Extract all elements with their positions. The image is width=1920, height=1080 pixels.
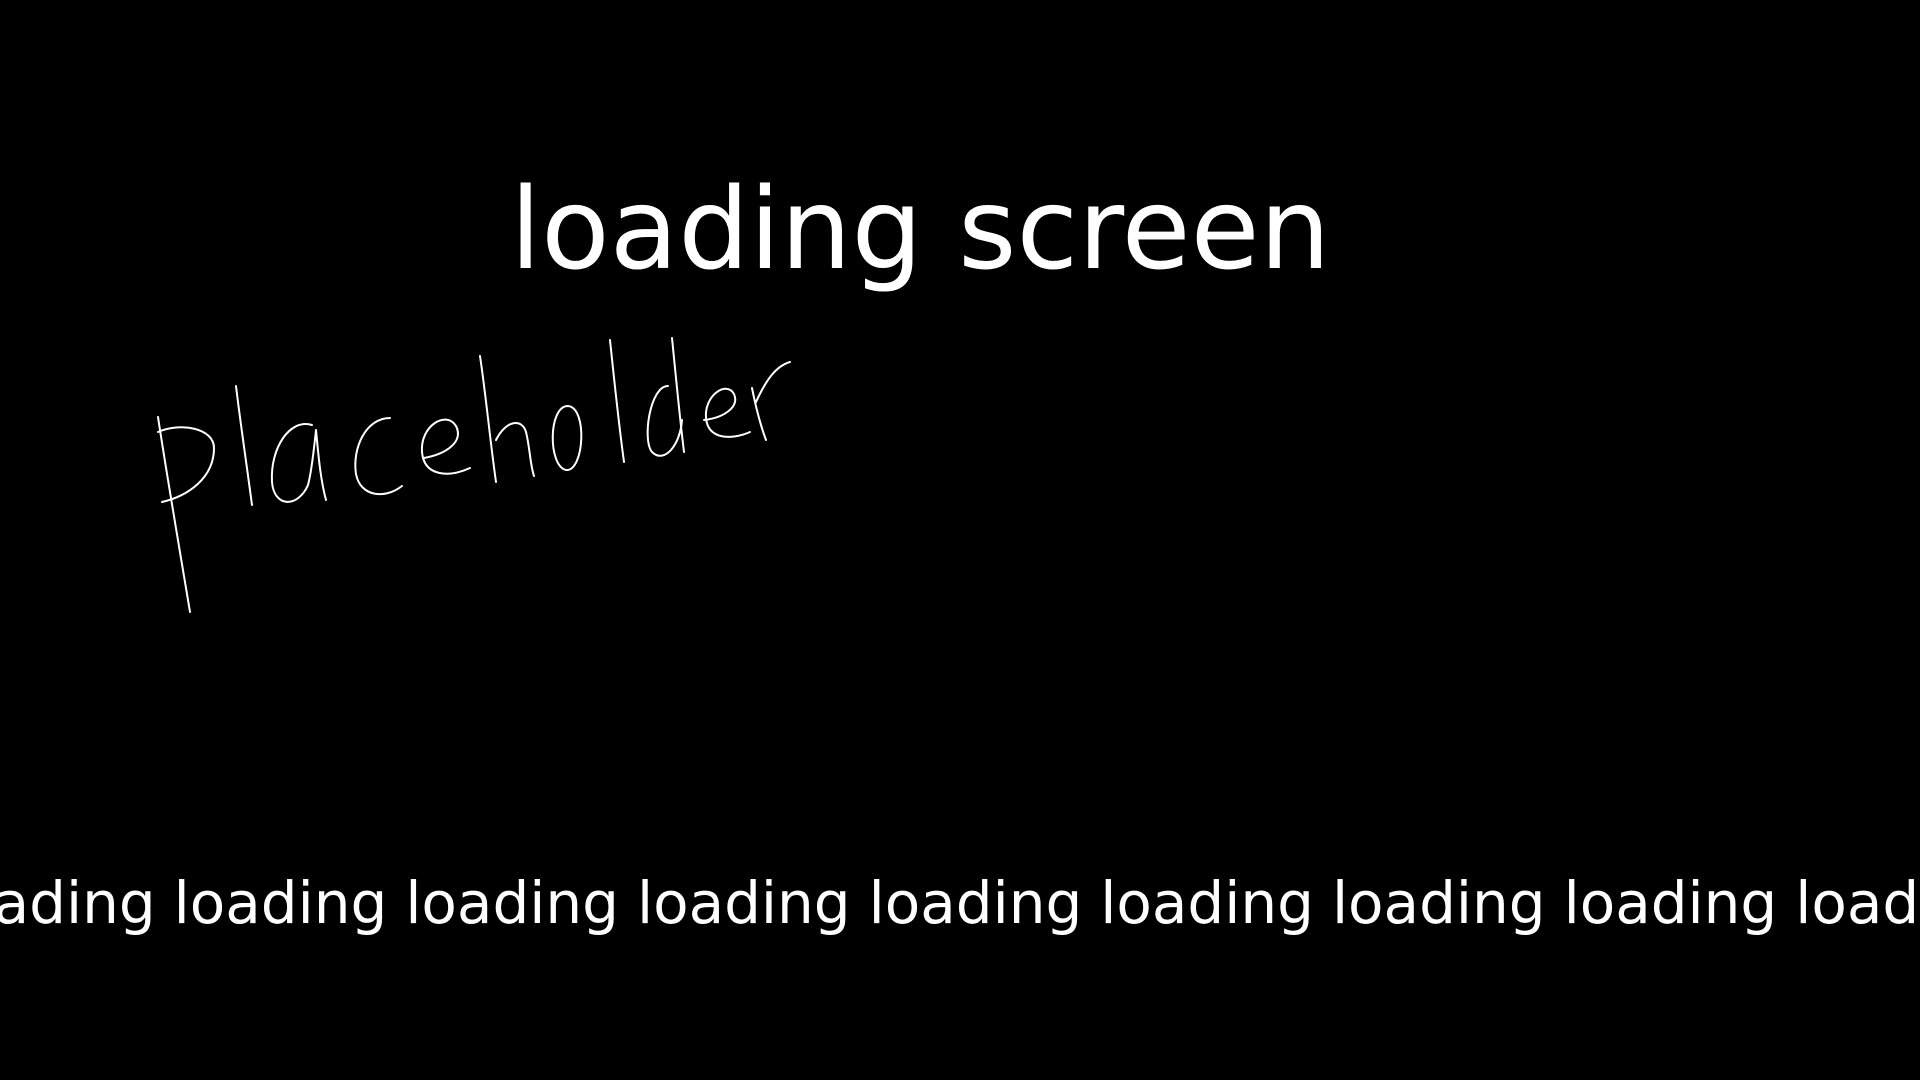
ticker-word: loading	[1563, 869, 1778, 937]
ticker-word: loading	[868, 869, 1083, 937]
ticker-word: loading	[1795, 869, 1920, 937]
loading-screen: loading screen ading loading loading loa…	[0, 0, 1920, 1080]
page-title: loading screen	[510, 165, 1331, 295]
ticker-word: loading	[173, 869, 388, 937]
ticker-word: loading	[636, 869, 851, 937]
ticker-track: loadingloadingloadingloadingloadingloadi…	[0, 865, 1920, 941]
ticker-word: loading	[405, 869, 619, 937]
ticker-word: loading	[1331, 869, 1546, 937]
loading-ticker: loadingloadingloadingloadingloadingloadi…	[0, 865, 1920, 945]
ticker-word: loading	[1100, 869, 1314, 937]
ticker-word: loading	[0, 869, 156, 937]
